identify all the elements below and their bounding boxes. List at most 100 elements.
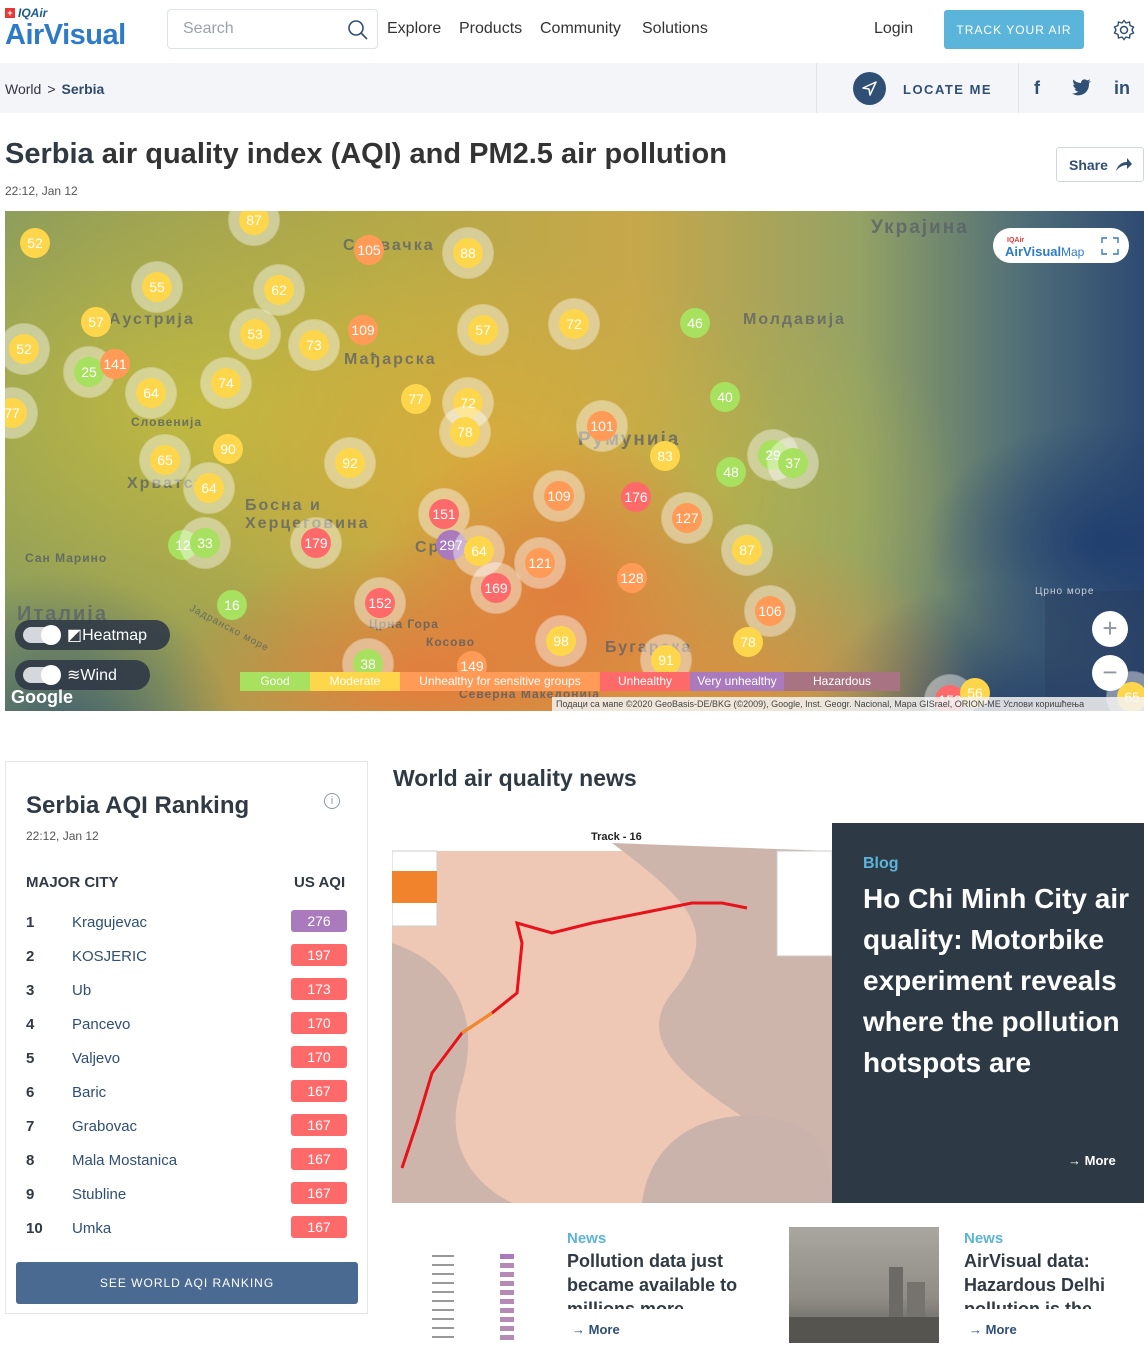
aqi-station-marker[interactable]: 57: [81, 307, 111, 337]
aqi-station-marker[interactable]: 72: [559, 309, 589, 339]
wind-switch[interactable]: [23, 665, 61, 685]
aqi-station-marker[interactable]: 37: [778, 448, 808, 478]
airvisual-map-badge[interactable]: IQAir AirVisual Map: [993, 228, 1129, 263]
aqi-station-marker[interactable]: 152: [365, 588, 395, 618]
share-button[interactable]: Share: [1056, 147, 1144, 182]
twitter-icon[interactable]: [1072, 78, 1092, 101]
news-card-2-category[interactable]: News: [964, 1230, 1003, 1247]
aqi-station-marker[interactable]: 169: [481, 573, 511, 603]
aqi-station-marker[interactable]: 127: [672, 503, 702, 533]
feature-article-card[interactable]: Blog Ho Chi Minh City air quality: Motor…: [832, 823, 1144, 1203]
city-link[interactable]: Ub: [72, 982, 91, 999]
aqi-station-marker[interactable]: 62: [264, 275, 294, 305]
gear-icon[interactable]: [1113, 19, 1135, 46]
aqi-station-marker[interactable]: 16: [217, 590, 247, 620]
aqi-station-marker[interactable]: 105: [354, 235, 384, 265]
news-card-1-thumbnail[interactable]: [392, 1227, 542, 1343]
see-world-aqi-ranking-button[interactable]: SEE WORLD AQI RANKING: [16, 1262, 358, 1304]
aqi-station-marker[interactable]: 83: [650, 441, 680, 471]
linkedin-icon[interactable]: in: [1114, 78, 1130, 99]
fullscreen-icon[interactable]: [1101, 237, 1119, 260]
aqi-station-marker[interactable]: 52: [9, 334, 39, 364]
city-link[interactable]: Baric: [72, 1084, 106, 1101]
login-link[interactable]: Login: [874, 20, 913, 38]
aqi-station-marker[interactable]: 46: [680, 308, 710, 338]
city-link[interactable]: Kragujevac: [72, 914, 147, 931]
ranking-row[interactable]: 2 KOSJERIC 197: [26, 942, 356, 976]
aqi-station-marker[interactable]: 92: [335, 448, 365, 478]
aqi-station-marker[interactable]: 64: [194, 473, 224, 503]
aqi-station-marker[interactable]: 90: [213, 434, 243, 464]
city-link[interactable]: Valjevo: [72, 1050, 120, 1067]
aqi-station-marker[interactable]: 73: [299, 330, 329, 360]
nav-products[interactable]: Products: [459, 20, 522, 38]
aqi-station-marker[interactable]: 48: [716, 457, 746, 487]
ranking-row[interactable]: 3 Ub 173: [26, 976, 356, 1010]
aqi-station-marker[interactable]: 151: [429, 499, 459, 529]
aqi-station-marker[interactable]: 65: [150, 445, 180, 475]
heatmap-switch[interactable]: [23, 625, 61, 645]
news-card-2-thumbnail[interactable]: [789, 1227, 939, 1343]
aqi-station-marker[interactable]: 141: [100, 349, 130, 379]
aqi-station-marker[interactable]: 179: [301, 528, 331, 558]
wind-toggle[interactable]: ≋Wind: [15, 660, 150, 690]
news-card-2-headline[interactable]: AirVisual data: Hazardous Delhi pollutio…: [964, 1249, 1144, 1309]
aqi-station-marker[interactable]: 64: [464, 536, 494, 566]
news-card-1-more[interactable]: → More: [572, 1322, 620, 1337]
search-icon[interactable]: [347, 19, 369, 46]
aqi-station-marker[interactable]: 87: [732, 535, 762, 565]
ranking-row[interactable]: 8 Mala Mostanica 167: [26, 1146, 356, 1180]
aqi-station-marker[interactable]: 98: [546, 626, 576, 656]
aqi-station-marker[interactable]: 74: [211, 368, 241, 398]
city-link[interactable]: Umka: [72, 1220, 111, 1237]
locate-me-button[interactable]: LOCATE ME: [816, 63, 1019, 113]
aqi-station-marker[interactable]: 33: [190, 528, 220, 558]
aqi-station-marker[interactable]: 88: [453, 238, 483, 268]
feature-headline[interactable]: Ho Chi Minh City air quality: Motorbike …: [863, 878, 1133, 1138]
news-card-2-more[interactable]: → More: [969, 1322, 1017, 1337]
ranking-row[interactable]: 1 Kragujevac 276: [26, 908, 356, 942]
aqi-station-marker[interactable]: 91: [651, 645, 681, 675]
nav-explore[interactable]: Explore: [387, 20, 441, 38]
ranking-row[interactable]: 10 Umka 167: [26, 1214, 356, 1248]
city-link[interactable]: Grabovac: [72, 1118, 137, 1135]
aqi-station-marker[interactable]: 52: [20, 228, 50, 258]
aqi-station-marker[interactable]: 101: [587, 411, 617, 441]
aqi-station-marker[interactable]: 78: [733, 627, 763, 657]
ranking-row[interactable]: 7 Grabovac 167: [26, 1112, 356, 1146]
aqi-station-marker[interactable]: 78: [450, 417, 480, 447]
heatmap-toggle[interactable]: ◩Heatmap: [15, 620, 170, 650]
aqi-station-marker[interactable]: 57: [468, 315, 498, 345]
track-your-air-button[interactable]: TRACK YOUR AIR: [944, 10, 1084, 49]
aqi-station-marker[interactable]: 55: [142, 272, 172, 302]
air-quality-map[interactable]: Украјина Молдавија Мађарска Румунија Хрв…: [5, 211, 1144, 711]
ranking-row[interactable]: 9 Stubline 167: [26, 1180, 356, 1214]
aqi-station-marker[interactable]: 72: [453, 388, 483, 418]
aqi-station-marker[interactable]: 121: [525, 548, 555, 578]
aqi-station-marker[interactable]: 109: [544, 481, 574, 511]
info-icon[interactable]: i: [324, 793, 340, 809]
aqi-station-marker[interactable]: 87: [239, 211, 269, 235]
news-card-1-headline[interactable]: Pollution data just became available to …: [567, 1249, 747, 1309]
aqi-station-marker[interactable]: 40: [710, 382, 740, 412]
aqi-station-marker[interactable]: 128: [617, 563, 647, 593]
aqi-station-marker[interactable]: 106: [755, 596, 785, 626]
search-input[interactable]: [168, 10, 338, 48]
aqi-station-marker[interactable]: 53: [240, 319, 270, 349]
city-link[interactable]: Stubline: [72, 1186, 126, 1203]
aqi-station-marker[interactable]: 77: [401, 384, 431, 414]
city-link[interactable]: KOSJERIC: [72, 948, 147, 965]
facebook-icon[interactable]: f: [1034, 78, 1040, 99]
feature-more-link[interactable]: → More: [1068, 1153, 1116, 1168]
zoom-out-button[interactable]: −: [1092, 655, 1128, 691]
map-attribution[interactable]: Подаци са мапе ©2020 GeoBasis-DE/BKG (©2…: [552, 697, 1144, 711]
aqi-station-marker[interactable]: 176: [621, 482, 651, 512]
ranking-row[interactable]: 4 Pancevo 170: [26, 1010, 356, 1044]
aqi-station-marker[interactable]: 297: [436, 530, 466, 560]
ranking-row[interactable]: 6 Baric 167: [26, 1078, 356, 1112]
feature-category[interactable]: Blog: [863, 855, 899, 873]
zoom-in-button[interactable]: +: [1092, 611, 1128, 647]
aqi-station-marker[interactable]: 109: [348, 315, 378, 345]
feature-article-image[interactable]: Track - 16: [392, 823, 832, 1203]
nav-solutions[interactable]: Solutions: [642, 20, 708, 38]
